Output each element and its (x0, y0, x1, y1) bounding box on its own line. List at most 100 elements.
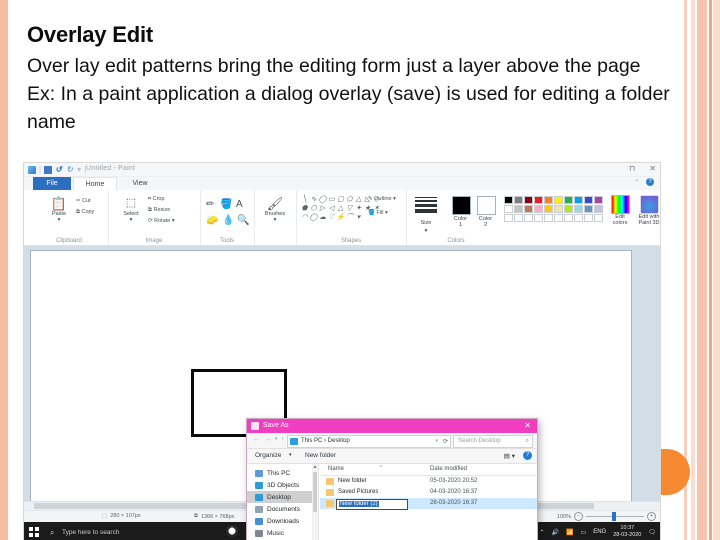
palette-swatch[interactable] (524, 196, 533, 204)
zoom-out-button[interactable]: − (574, 512, 583, 521)
magnifier-icon[interactable]: 🔍 (237, 215, 249, 226)
battery-icon[interactable]: ▭ (581, 529, 587, 536)
language-indicator[interactable]: ENG (593, 529, 606, 535)
palette-swatch[interactable] (564, 214, 573, 222)
paste-button[interactable]: 📋 Paste ▾ (42, 196, 76, 223)
shape-more-icon[interactable]: ▾ (354, 213, 363, 222)
close-icon[interactable]: ✕ (649, 165, 656, 173)
forward-icon[interactable]: → (265, 436, 272, 443)
palette-swatch[interactable] (594, 205, 603, 213)
nav-item-documents[interactable]: Documents (247, 503, 318, 515)
palette-swatch[interactable] (574, 214, 583, 222)
palette-swatch[interactable] (584, 196, 593, 204)
paint-ribbon-tabs[interactable]: File Home View ⌃ ? (24, 177, 660, 190)
select-dropdown-icon[interactable]: ▾ (116, 217, 146, 223)
show-hidden-icons-icon[interactable]: ⌃ (540, 529, 545, 536)
breadcrumb[interactable]: This PC › Desktop ▾ ⟳ (287, 435, 451, 448)
new-folder-button[interactable]: New folder (305, 452, 336, 459)
select-button[interactable]: ⬚ Select ▾ (116, 196, 146, 223)
palette-swatch[interactable] (534, 205, 543, 213)
palette-swatch[interactable] (524, 214, 533, 222)
edit-with-paint3d-button[interactable]: Edit with Paint 3D (636, 195, 660, 226)
palette-swatch[interactable] (504, 205, 513, 213)
scroll-up-icon[interactable]: ▲ (312, 464, 318, 471)
shape-curve-icon[interactable]: ∿ (309, 195, 318, 204)
file-list-header[interactable]: Name ^ Date modified (320, 464, 537, 476)
palette-swatch[interactable] (564, 196, 573, 204)
tab-view[interactable]: View (120, 177, 160, 190)
palette-swatch[interactable] (554, 205, 563, 213)
quick-access-toolbar[interactable]: | ↺ ↻ ▾ | (28, 165, 86, 174)
palette-swatch[interactable] (544, 205, 553, 213)
palette-swatch[interactable] (574, 196, 583, 204)
fill-icon[interactable]: 🪣 (220, 199, 232, 210)
palette-swatch[interactable] (524, 205, 533, 213)
breadcrumb-dropdown-icon[interactable]: ▾ (435, 438, 438, 444)
shape-heart-icon[interactable]: ♡ (327, 213, 336, 222)
palette-swatch[interactable] (594, 196, 603, 204)
search-input[interactable]: ⌕ Type here to search (48, 525, 218, 540)
tab-file[interactable]: File (33, 177, 71, 190)
brushes-button[interactable]: 🖌 Brushes ▾ (260, 196, 290, 223)
table-row[interactable]: Saved Pictures 04-03-2020 16:37 (320, 487, 537, 498)
color-2-swatch[interactable] (477, 196, 496, 215)
shape-pentagon-icon[interactable]: ⬟ (300, 204, 309, 213)
dialog-search-input[interactable]: Search Desktop ⌕ (453, 435, 533, 448)
nav-item-desktop[interactable]: Desktop (247, 491, 318, 503)
recent-locations-icon[interactable]: ▾ (275, 436, 278, 442)
palette-swatch[interactable] (564, 205, 573, 213)
help-icon[interactable]: ? (646, 178, 654, 186)
shape-callout-oval-icon[interactable]: ◯ (309, 213, 318, 222)
nav-scrollbar-thumb[interactable] (313, 472, 317, 512)
back-icon[interactable]: ← (253, 436, 260, 443)
column-header-date-modified[interactable]: Date modified (430, 466, 467, 472)
shape-scroll-icon[interactable]: ⌒ (345, 213, 354, 222)
folder-rename-input[interactable]: New folder (2) (336, 499, 408, 510)
palette-swatch[interactable] (544, 214, 553, 222)
network-icon[interactable]: 📶 (566, 529, 573, 536)
table-row[interactable]: New folder (2) 28-03-2020 16:37 (320, 498, 537, 510)
size-icon[interactable] (415, 197, 437, 213)
palette-swatch[interactable] (534, 214, 543, 222)
palette-swatch[interactable] (584, 214, 593, 222)
shape-arrow-down-icon[interactable]: ▽ (345, 204, 354, 213)
palette-swatch[interactable] (574, 205, 583, 213)
shape-four-point-star-icon[interactable]: ✦ (354, 204, 363, 213)
palette-swatch[interactable] (504, 214, 513, 222)
shape-lightning-icon[interactable]: ⚡ (336, 213, 345, 222)
dialog-close-icon[interactable]: ✕ (524, 421, 531, 430)
palette-swatch[interactable] (504, 196, 513, 204)
organize-dropdown-icon[interactable]: ▾ (289, 452, 292, 458)
edit-colors-button[interactable]: Edit colors (608, 195, 632, 226)
table-row[interactable]: New folder 05-03-2020 20:52 (320, 476, 537, 487)
shape-triangle-icon[interactable]: △ (354, 195, 363, 204)
shape-arrow-up-icon[interactable]: △ (336, 204, 345, 213)
window-buttons[interactable]: ⊓ ✕ (629, 165, 656, 173)
nav-item-this-pc[interactable]: This PC (247, 467, 318, 479)
resize-button[interactable]: ⧉ Resize (148, 207, 170, 214)
outline-button[interactable]: ✎ Outline ▾ (368, 196, 396, 202)
shape-callout-round-icon[interactable]: ◠ (300, 213, 309, 222)
undo-icon[interactable]: ↺ (55, 165, 63, 174)
nav-item-music[interactable]: Music (247, 527, 318, 539)
shape-polygon-icon[interactable]: ⬠ (345, 195, 354, 204)
dialog-help-icon[interactable]: ? (523, 451, 532, 460)
zoom-slider-track[interactable] (586, 512, 644, 521)
pencil-icon[interactable]: ✏ (206, 199, 214, 210)
system-tray[interactable]: ☁ ⌃ 🔊 📶 ▭ ENG 10:37 28-03-2020 🗨 (527, 525, 656, 539)
minimize-icon[interactable]: ⊓ (629, 165, 635, 173)
rotate-button[interactable]: ⟳ Rotate ▾ (148, 218, 175, 224)
redo-icon[interactable]: ↻ (66, 165, 74, 174)
nav-pane-scrollbar[interactable]: ▲ ▼ (312, 464, 318, 540)
color-picker-icon[interactable]: 💧 (222, 215, 234, 226)
size-dropdown-icon[interactable]: ▾ (406, 228, 446, 234)
sound-icon[interactable]: 🔊 (552, 529, 559, 536)
shape-arrow-right-icon[interactable]: ▷ (318, 204, 327, 213)
palette-swatch[interactable] (544, 196, 553, 204)
palette-swatch[interactable] (554, 214, 563, 222)
zoom-control[interactable]: 100% − + (557, 512, 656, 521)
palette-swatch[interactable] (554, 196, 563, 204)
color-palette[interactable] (504, 196, 603, 222)
palette-swatch[interactable] (534, 196, 543, 204)
cortana-icon[interactable] (226, 525, 238, 537)
